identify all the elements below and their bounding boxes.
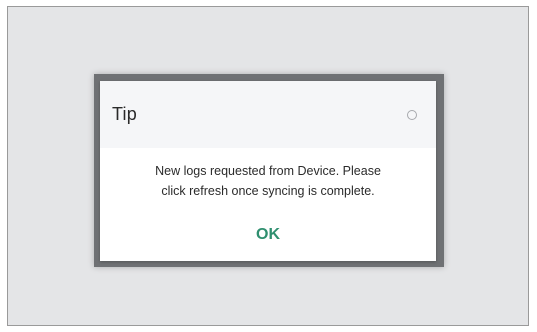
close-icon[interactable] (407, 110, 417, 120)
ok-button[interactable]: OK (236, 222, 300, 248)
dialog-message: New logs requested from Device. Please c… (110, 161, 426, 201)
dialog-title: Tip (112, 104, 137, 124)
tip-dialog: Tip New logs requested from Device. Plea… (100, 81, 436, 261)
dialog-header: Tip (100, 81, 436, 148)
message-line-2: click refresh once syncing is complete. (161, 184, 375, 198)
message-line-1: New logs requested from Device. Please (155, 164, 381, 178)
